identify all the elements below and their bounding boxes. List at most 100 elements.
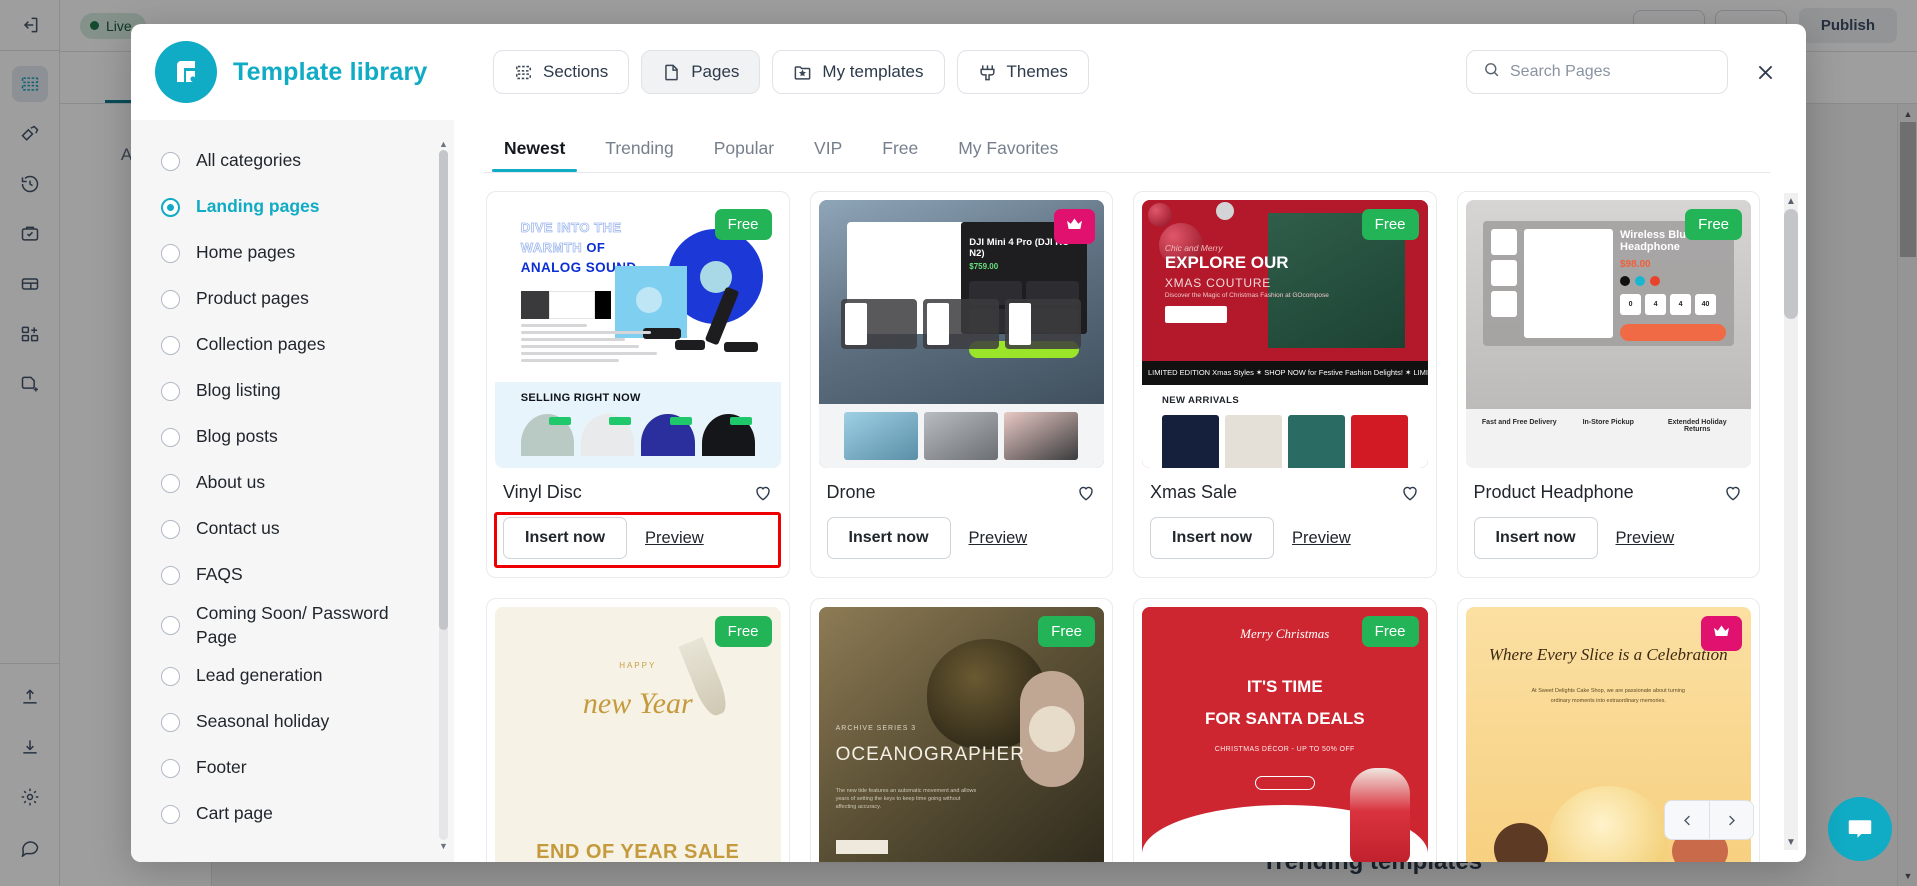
vinyl-headline-2: WARMTH OF	[520, 240, 606, 256]
template-badge: Free	[1361, 209, 1419, 240]
template-thumbnail[interactable]: Merry Christmas IT'S TIME FOR SANTA DEAL…	[1142, 607, 1428, 862]
category-item-blog-listing[interactable]: Blog listing	[161, 368, 428, 414]
template-card-header-row: Xmas Sale	[1150, 482, 1420, 503]
radio-icon	[161, 243, 180, 263]
drone-related-cards-art	[841, 298, 1082, 349]
filter-tab-vip[interactable]: VIP	[794, 138, 862, 172]
preview-link[interactable]: Preview	[645, 529, 704, 548]
tab-my-templates[interactable]: My templates	[772, 50, 945, 94]
close-icon[interactable]	[1750, 57, 1780, 87]
cake-main-art	[1548, 786, 1669, 862]
insert-now-button[interactable]: Insert now	[503, 517, 628, 559]
template-thumbnail[interactable]: Wireless Bluetooth Headphone $98.00 0 4 …	[1465, 200, 1751, 468]
favorite-heart-icon[interactable]	[1723, 483, 1743, 503]
headphone-info-art: Wireless Bluetooth Headphone $98.00 0 4 …	[1620, 229, 1726, 341]
template-card-actions: Insert now Preview	[503, 517, 773, 559]
category-label: Coming Soon/ Password Page	[196, 603, 389, 647]
folder-star-icon	[793, 63, 812, 82]
category-item-blog-posts[interactable]: Blog posts	[161, 414, 428, 460]
countdown-mins: 4	[1670, 293, 1692, 315]
support-chat-button[interactable]	[1828, 797, 1892, 861]
preview-link[interactable]: Preview	[1292, 529, 1351, 548]
category-scrollbar[interactable]: ▲ ▼	[439, 138, 448, 852]
template-thumbnail[interactable]: ARCHIVE SERIES 3 OCEANOGRAPHER The new t…	[818, 607, 1104, 862]
headphone-price: $98.00	[1620, 258, 1651, 270]
category-scroll-down-icon[interactable]: ▼	[438, 840, 449, 852]
template-thumbnail[interactable]: Chic and Merry EXPLORE OUR XMAS COUTURE …	[1142, 200, 1428, 468]
sections-icon	[514, 63, 533, 82]
pagination-next-button[interactable]	[1709, 801, 1753, 839]
filter-tab-popular[interactable]: Popular	[694, 138, 794, 172]
preview-link[interactable]: Preview	[1616, 529, 1675, 548]
category-scroll-thumb[interactable]	[439, 150, 448, 630]
category-item-footer[interactable]: Footer	[161, 745, 428, 791]
modal-body: All categories Landing pages Home pages …	[131, 120, 1806, 862]
category-item-all-categories[interactable]: All categories	[161, 138, 428, 184]
insert-now-button[interactable]: Insert now	[826, 517, 951, 559]
radio-icon	[161, 473, 180, 493]
filter-tab-my-favorites[interactable]: My Favorites	[938, 138, 1078, 172]
vinyl-headline-2-outline: WARMTH	[520, 240, 583, 256]
vinyl-strip-item	[701, 414, 755, 457]
grid-scroll-thumb[interactable]	[1784, 209, 1798, 319]
template-card[interactable]: DJI Mini 4 Pro (DJI RC-N2) $759.00 Drone…	[809, 191, 1113, 578]
category-item-lead-generation[interactable]: Lead generation	[161, 653, 428, 699]
category-item-collection-pages[interactable]: Collection pages	[161, 322, 428, 368]
filter-tab-free[interactable]: Free	[862, 138, 938, 172]
pagination-prev-button[interactable]	[1665, 801, 1709, 839]
newyear-kicker: HAPPY	[619, 660, 657, 670]
favorite-heart-icon[interactable]	[753, 483, 773, 503]
template-thumbnail[interactable]: DIVE INTO THE WARMTH OF ANALOG SOUND SEL…	[495, 200, 781, 468]
tab-sections[interactable]: Sections	[493, 50, 630, 94]
cake-side-art	[1494, 823, 1549, 862]
category-item-contact-us[interactable]: Contact us	[161, 506, 428, 552]
template-card[interactable]: Merry Christmas IT'S TIME FOR SANTA DEAL…	[1133, 598, 1437, 862]
category-item-coming-soon[interactable]: Coming Soon/ Password Page	[161, 598, 428, 653]
crown-icon	[1712, 624, 1731, 643]
category-item-product-pages[interactable]: Product pages	[161, 276, 428, 322]
template-badge	[1701, 616, 1742, 651]
template-thumbnail[interactable]: HAPPY new Year END OF YEAR SALE Free	[495, 607, 781, 862]
page-icon	[662, 63, 681, 82]
template-thumbnail[interactable]: DJI Mini 4 Pro (DJI RC-N2) $759.00	[818, 200, 1104, 468]
category-sidebar: All categories Landing pages Home pages …	[131, 120, 454, 862]
template-card-footer: Vinyl Disc Insert now Preview	[487, 468, 789, 577]
insert-now-button[interactable]: Insert now	[1473, 517, 1598, 559]
template-card[interactable]: ARCHIVE SERIES 3 OCEANOGRAPHER The new t…	[809, 598, 1113, 862]
category-item-faqs[interactable]: FAQS	[161, 552, 428, 598]
category-item-landing-pages[interactable]: Landing pages	[161, 184, 428, 230]
favorite-heart-icon[interactable]	[1076, 483, 1096, 503]
segment-tabs: Sections Pages My templates Themes	[493, 50, 1089, 94]
preview-link[interactable]: Preview	[969, 529, 1028, 548]
grid-scroll-down-icon[interactable]: ▼	[1784, 834, 1798, 850]
search-box[interactable]	[1466, 50, 1728, 94]
insert-now-button[interactable]: Insert now	[1150, 517, 1275, 559]
radio-icon	[161, 151, 180, 171]
filter-tab-newest[interactable]: Newest	[484, 138, 585, 172]
grid-scroll-up-icon[interactable]: ▲	[1784, 193, 1798, 209]
tab-sections-label: Sections	[543, 62, 609, 81]
filter-tab-trending[interactable]: Trending	[585, 138, 693, 172]
template-grid-scrollbar[interactable]: ▲ ▼	[1784, 193, 1798, 850]
template-card[interactable]: Chic and Merry EXPLORE OUR XMAS COUTURE …	[1133, 191, 1437, 578]
category-label: All categories	[196, 150, 302, 171]
category-item-home-pages[interactable]: Home pages	[161, 230, 428, 276]
tab-pages[interactable]: Pages	[641, 50, 761, 94]
template-card[interactable]: Wireless Bluetooth Headphone $98.00 0 4 …	[1456, 191, 1760, 578]
search-input[interactable]	[1510, 63, 1711, 81]
category-item-about-us[interactable]: About us	[161, 460, 428, 506]
template-card-actions: Insert now Preview	[1150, 517, 1420, 559]
filter-tabs: Newest Trending Popular VIP Free My Favo…	[472, 120, 1806, 172]
newyear-script: new Year	[582, 687, 693, 721]
favorite-heart-icon[interactable]	[1400, 483, 1420, 503]
category-item-cart-page[interactable]: Cart page	[161, 791, 428, 837]
vinyl-strip-item	[641, 414, 695, 457]
template-card[interactable]: HAPPY new Year END OF YEAR SALE Free	[486, 598, 790, 862]
template-card[interactable]: DIVE INTO THE WARMTH OF ANALOG SOUND SEL…	[486, 191, 790, 578]
template-badge: Free	[1038, 616, 1095, 647]
ocean-kicker: ARCHIVE SERIES 3	[835, 724, 917, 732]
category-scroll-up-icon[interactable]: ▲	[438, 138, 449, 150]
template-library-modal: Template library Sections Pages My templ…	[131, 24, 1806, 862]
category-item-seasonal-holiday[interactable]: Seasonal holiday	[161, 699, 428, 745]
tab-themes[interactable]: Themes	[956, 50, 1089, 94]
